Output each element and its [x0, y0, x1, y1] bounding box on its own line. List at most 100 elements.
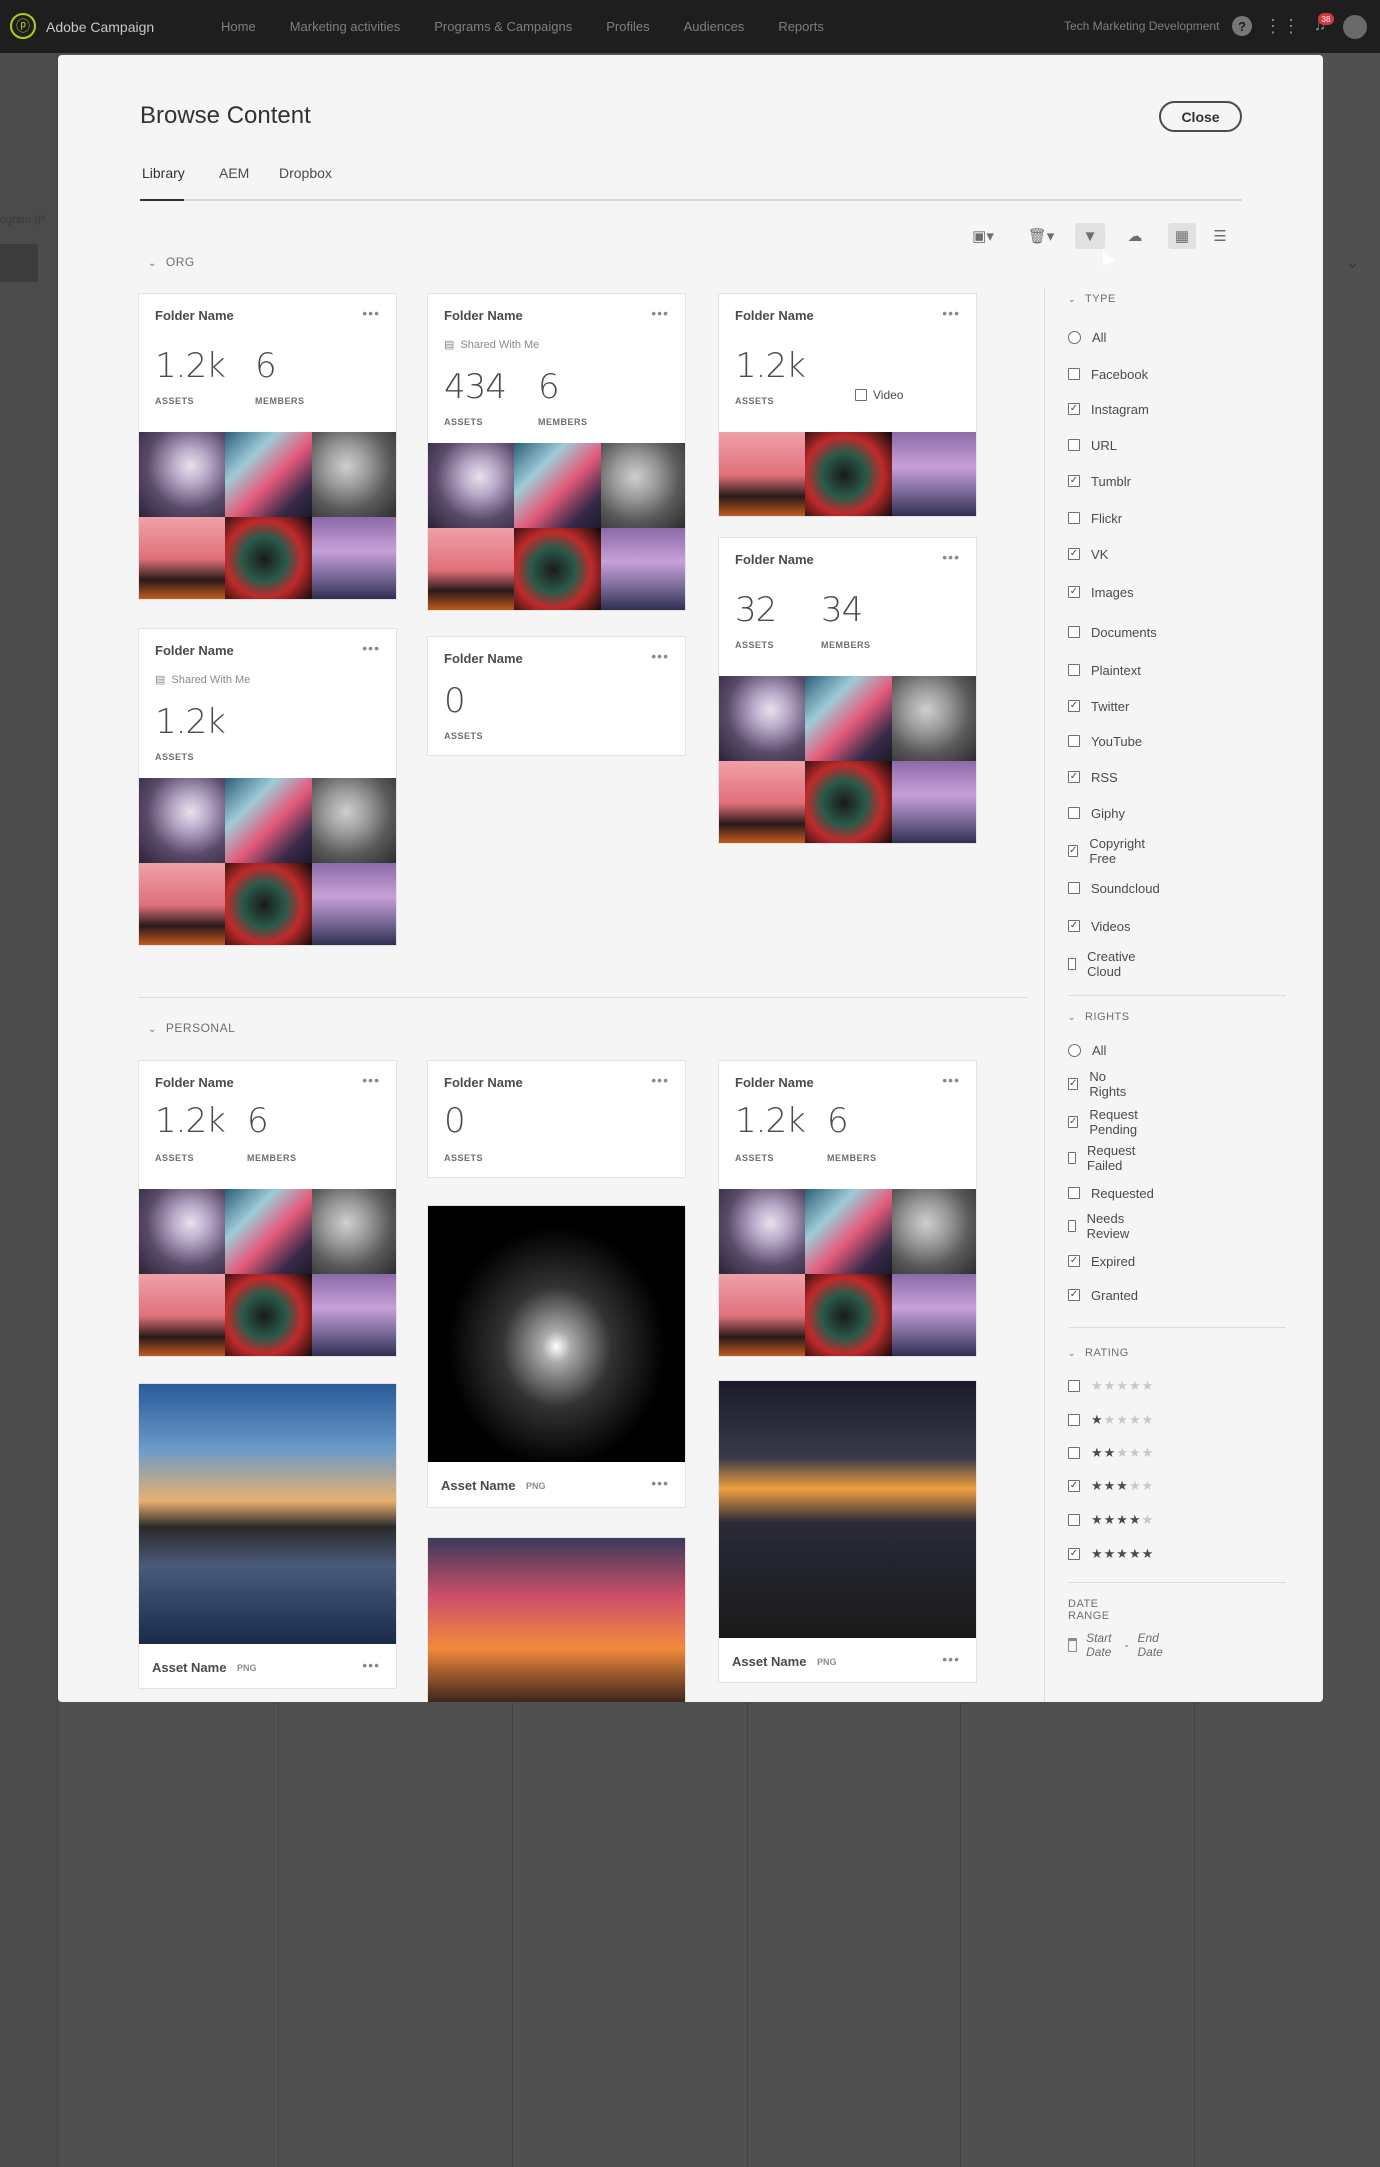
folder-card[interactable]: Folder Name ••• 1.2k ASSETS 6 MEMBERS: [718, 1060, 977, 1357]
start-date[interactable]: Start Date: [1086, 1631, 1115, 1659]
checkbox[interactable]: [1068, 807, 1080, 819]
checkbox-checked[interactable]: ✓: [1068, 586, 1080, 598]
filter-type-option[interactable]: ✓ Images: [1068, 583, 1134, 601]
calendar-icon[interactable]: [1068, 1638, 1078, 1652]
more-icon[interactable]: •••: [651, 648, 669, 664]
filter-type-option[interactable]: ✓ VK: [1068, 545, 1108, 563]
nav-marketing-activities[interactable]: Marketing activities: [290, 19, 401, 34]
checkbox-checked[interactable]: ✓: [1068, 700, 1080, 712]
nav-profiles[interactable]: Profiles: [606, 19, 649, 34]
checkbox[interactable]: [1068, 512, 1080, 524]
checkbox-checked[interactable]: ✓: [1068, 845, 1079, 857]
folder-card[interactable]: Folder Name ••• 0 ASSETS: [427, 636, 686, 756]
checkbox-checked[interactable]: ✓: [1068, 1255, 1080, 1267]
avatar[interactable]: [1343, 15, 1367, 39]
filter-icon[interactable]: ▼: [1075, 223, 1105, 249]
asset-card[interactable]: Asset Name PNG •••: [427, 1205, 686, 1508]
checkbox[interactable]: [1068, 1514, 1080, 1526]
filter-type-option[interactable]: ✓ Tumblr: [1068, 472, 1131, 490]
filter-rating-option[interactable]: ★★★★★: [1068, 1444, 1154, 1462]
filter-rating-option[interactable]: ✓ ★★★★★: [1068, 1545, 1154, 1563]
checkbox[interactable]: [1068, 439, 1080, 451]
folder-card[interactable]: Folder Name ••• 1.2k ASSETS Video: [718, 293, 977, 517]
more-icon[interactable]: •••: [651, 305, 669, 321]
checkbox[interactable]: [1068, 882, 1080, 894]
more-icon[interactable]: •••: [942, 549, 960, 565]
nav-programs-campaigns[interactable]: Programs & Campaigns: [434, 19, 572, 34]
filter-rights-option[interactable]: Needs Review: [1068, 1211, 1134, 1241]
filter-type-option[interactable]: YouTube: [1068, 732, 1142, 750]
checkbox[interactable]: [855, 389, 867, 401]
filter-type-option[interactable]: Documents: [1068, 623, 1157, 641]
checkbox-checked[interactable]: ✓: [1068, 1078, 1079, 1090]
checkbox[interactable]: [1068, 958, 1077, 970]
filter-rights-all[interactable]: All: [1068, 1041, 1106, 1059]
nav-home[interactable]: Home: [221, 19, 256, 34]
filter-type-option[interactable]: ✓ Copyright Free: [1068, 836, 1147, 866]
checkbox-checked[interactable]: ✓: [1068, 1289, 1080, 1301]
folder-card[interactable]: Folder Name ••• 1.2k ASSETS 6 MEMBERS: [138, 293, 397, 600]
filter-type-option[interactable]: Creative Cloud: [1068, 949, 1139, 979]
filter-type-option[interactable]: URL: [1068, 436, 1117, 454]
checkbox-checked[interactable]: ✓: [1068, 1548, 1080, 1560]
date-range-input[interactable]: Start Date - End Date: [1068, 1631, 1165, 1659]
filter-rights-option[interactable]: ✓ No Rights: [1068, 1069, 1128, 1099]
checkbox[interactable]: [1068, 626, 1080, 638]
folder-card[interactable]: Folder Name ••• 32 ASSETS 34 MEMBERS: [718, 537, 977, 844]
apps-grid-icon[interactable]: ⋮⋮: [1264, 16, 1300, 36]
end-date[interactable]: End Date: [1137, 1631, 1164, 1659]
checkbox[interactable]: [1068, 368, 1080, 380]
filter-rating-option[interactable]: ★★★★★: [1068, 1511, 1154, 1529]
filter-type-option[interactable]: ✓ Videos: [1068, 917, 1131, 935]
nav-audiences[interactable]: Audiences: [684, 19, 745, 34]
tab-library[interactable]: Library: [140, 165, 185, 201]
section-personal-header[interactable]: ⌄ PERSONAL: [148, 1021, 235, 1035]
checkbox-checked[interactable]: ✓: [1068, 475, 1080, 487]
filter-rating-option[interactable]: ✓ ★★★★★: [1068, 1477, 1154, 1495]
asset-card[interactable]: [427, 1537, 686, 1702]
nav-reports[interactable]: Reports: [778, 19, 824, 34]
filter-type-option[interactable]: Giphy: [1068, 804, 1125, 822]
tab-aem[interactable]: AEM: [219, 165, 249, 201]
filter-rights-option[interactable]: ✓ Expired: [1068, 1252, 1135, 1270]
filter-rating-option[interactable]: ★★★★★: [1068, 1411, 1154, 1429]
more-icon[interactable]: •••: [942, 1651, 960, 1667]
filter-rights-option[interactable]: ✓ Granted: [1068, 1286, 1138, 1304]
checkbox[interactable]: [1068, 1414, 1080, 1426]
filter-rights-header[interactable]: ⌄ RIGHTS: [1068, 1011, 1130, 1023]
filter-rights-option[interactable]: Request Failed: [1068, 1143, 1139, 1173]
filter-rights-option[interactable]: ✓ Request Pending: [1068, 1107, 1139, 1137]
trash-icon[interactable]: 🗑▾: [1024, 223, 1058, 249]
list-view-icon[interactable]: ☰: [1207, 223, 1233, 249]
tab-dropbox[interactable]: Dropbox: [279, 165, 332, 201]
checkbox[interactable]: [1068, 1447, 1080, 1459]
filter-rating-header[interactable]: ⌄ RATING: [1068, 1347, 1129, 1359]
checkbox[interactable]: [1068, 1220, 1076, 1232]
more-icon[interactable]: •••: [362, 640, 380, 656]
checkbox-checked[interactable]: ✓: [1068, 548, 1080, 560]
grid-view-icon[interactable]: ▦: [1168, 223, 1196, 249]
filter-type-option[interactable]: Plaintext: [1068, 661, 1141, 679]
cloud-upload-icon[interactable]: ☁: [1121, 223, 1149, 249]
checkbox[interactable]: [1068, 735, 1080, 747]
checkbox-checked[interactable]: ✓: [1068, 1480, 1080, 1492]
folder-add-icon[interactable]: ▣▾: [966, 223, 1000, 249]
video-checkbox[interactable]: Video: [855, 388, 903, 402]
filter-type-option[interactable]: ✓ Twitter: [1068, 697, 1129, 715]
filter-type-header[interactable]: ⌄ TYPE: [1068, 293, 1116, 305]
checkbox-checked[interactable]: ✓: [1068, 403, 1080, 415]
checkbox-checked[interactable]: ✓: [1068, 1116, 1079, 1128]
filter-type-option[interactable]: ✓ Instagram: [1068, 400, 1149, 418]
filter-type-option[interactable]: Soundcloud: [1068, 879, 1160, 897]
checkbox[interactable]: [1068, 1152, 1076, 1164]
asset-card[interactable]: Asset Name PNG •••: [718, 1380, 977, 1683]
more-icon[interactable]: •••: [942, 305, 960, 321]
more-icon[interactable]: •••: [362, 1072, 380, 1088]
folder-card[interactable]: Folder Name ••• 0 ASSETS: [427, 1060, 686, 1178]
filter-type-all[interactable]: All: [1068, 328, 1106, 346]
filter-type-option[interactable]: Facebook: [1068, 365, 1148, 383]
radio-button[interactable]: [1068, 1043, 1081, 1057]
adobe-campaign-logo-icon[interactable]: ⓟ: [10, 13, 36, 39]
checkbox-checked[interactable]: ✓: [1068, 771, 1080, 783]
filter-type-option[interactable]: Flickr: [1068, 509, 1122, 527]
